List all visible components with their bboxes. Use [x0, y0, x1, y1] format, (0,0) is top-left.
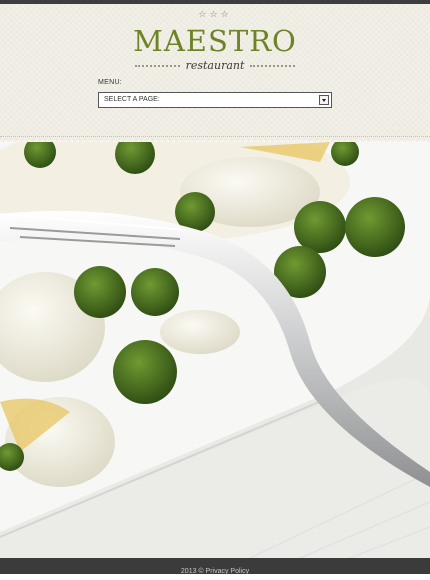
chevron-down-icon[interactable] — [319, 95, 329, 105]
logo-subtitle: restaurant — [185, 59, 245, 72]
hero-image — [0, 142, 430, 558]
pasta-fork-illustration — [0, 142, 430, 558]
page-select[interactable]: SELECT A PAGE: — [98, 92, 332, 108]
site-header: ☆☆☆ MAESTRO restaurant MENU: SELECT A PA… — [0, 4, 430, 140]
divider-dots — [250, 65, 295, 67]
logo-subtitle-row: restaurant — [135, 59, 295, 73]
header-divider — [0, 136, 430, 137]
menu-label: MENU: — [98, 79, 123, 86]
divider-dots — [135, 65, 180, 67]
site-footer: 2013 © Privacy Policy — [0, 558, 430, 575]
logo-title[interactable]: MAESTRO — [0, 24, 430, 58]
page-select-value: SELECT A PAGE: — [104, 96, 160, 103]
rating-stars-icon: ☆☆☆ — [198, 10, 232, 20]
